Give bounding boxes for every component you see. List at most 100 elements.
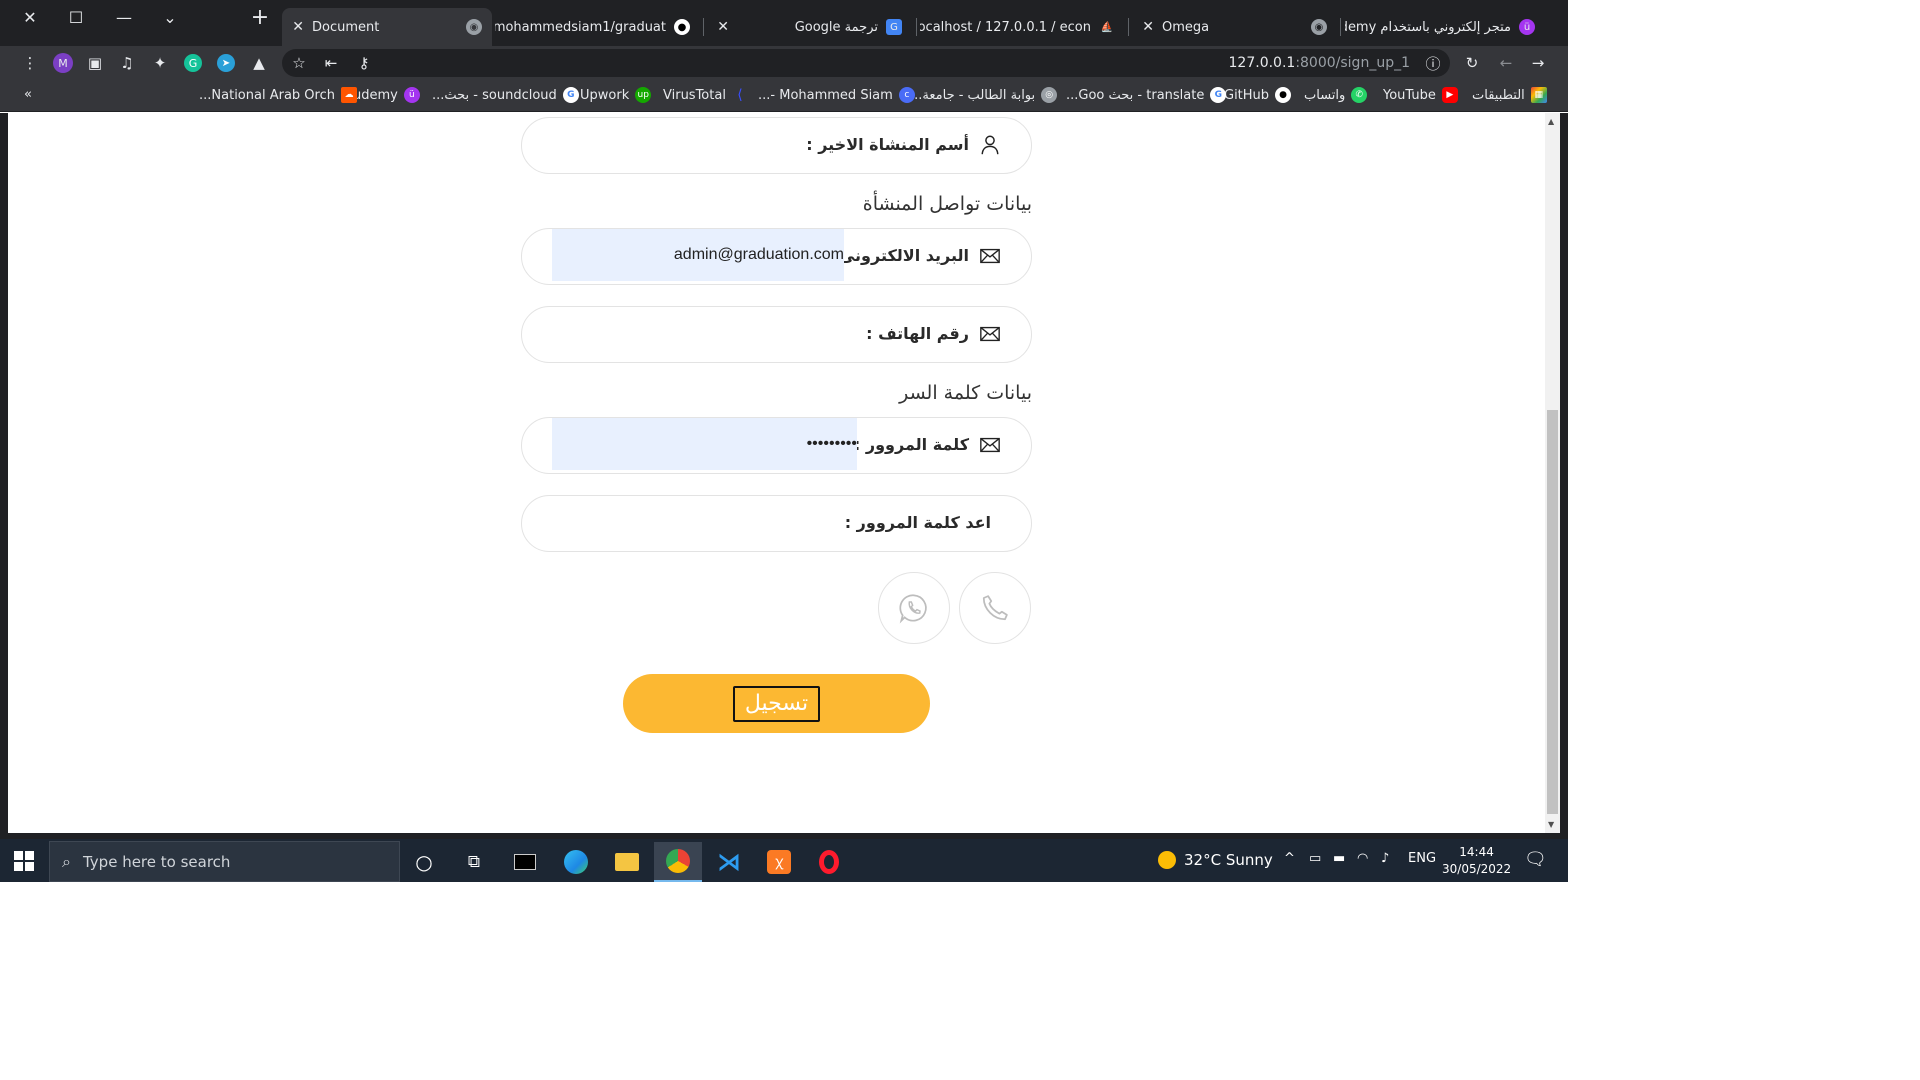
google-drive-icon[interactable]: ▲ [250,54,268,72]
new-tab-button[interactable]: + [246,5,274,30]
bookmark-label: VirusTotal [663,87,726,103]
extensions-puzzle-icon[interactable]: ✦ [151,54,169,72]
close-tab-icon[interactable]: ✕ [292,19,304,35]
bookmark-whatsapp[interactable]: ✆ واتساب [1304,87,1368,103]
cortana-button[interactable]: ○ [400,842,448,882]
opera-app[interactable] [805,842,853,882]
page-scrollbar[interactable]: ▲ ▼ [1545,113,1560,833]
tab-title: Document [312,19,380,35]
back-arrow-icon[interactable]: → [1529,54,1547,72]
tab-github-repo[interactable]: ● mohammedsiam1/graduat ✕ [495,8,700,46]
sun-icon [1158,851,1176,869]
close-tab-icon[interactable]: ✕ [717,19,729,35]
forward-arrow-icon[interactable]: ← [1497,54,1515,72]
minimize-button[interactable]: — [110,6,138,28]
url-path: :8000/sign_up_1 [1295,55,1410,71]
tab-divider [1128,18,1129,36]
bookmark-udemy[interactable]: ü udemy [353,87,420,103]
phone-call-button[interactable] [959,572,1031,644]
vscode-app[interactable]: ⋊ [705,842,753,882]
tab-omega[interactable]: ◉ Omega ✕ [1132,8,1337,46]
chrome-app[interactable] [654,842,702,882]
profile-avatar[interactable]: M [53,53,73,73]
meet-now-icon[interactable]: ▭ [1309,851,1321,866]
register-button-label: تسجيل [732,685,821,722]
bookmark-upwork[interactable]: up Upwork [580,87,652,103]
bookmark-youtube[interactable]: ▶ YouTube [1383,87,1458,103]
bookmark-student-portal[interactable]: ◎ بوابة الطالب - جامعة... [910,87,1058,103]
github-icon: ● [1275,87,1292,103]
tab-phpmyadmin[interactable]: ⛵ localhost / 127.0.0.1 / econ ✕ [920,8,1125,46]
whatsapp-button[interactable] [878,572,950,644]
chrome-icon [666,849,690,873]
close-window-button[interactable]: ✕ [16,6,44,28]
clock[interactable]: 14:44 30/05/2022 [1442,844,1511,878]
envelope-icon [980,248,1000,264]
share-icon[interactable]: ⇤ [322,54,340,72]
tab-udemy-store[interactable]: ü متجر إلكتروني باستخدام Udemy ✕ [1345,8,1545,46]
confirm-password-field[interactable]: اعد كلمة المروور : [521,495,1032,552]
bookmark-soundcloud-search[interactable]: G soundcloud - بحث... [432,87,579,103]
bookmark-label: translate - بحث Goo... [1066,87,1205,103]
wifi-icon[interactable]: ◠ [1357,851,1368,866]
password-input[interactable]: ••••••••• [552,418,857,470]
windows-start-icon[interactable] [14,851,34,871]
close-tab-icon[interactable]: ✕ [1142,19,1154,35]
phone-icon [982,595,1008,621]
globe-icon: ◉ [466,19,482,35]
email-input[interactable]: admin@graduation.com [552,229,844,281]
grammarly-icon[interactable]: G [184,54,202,72]
tab-search-button[interactable]: ⌄ [156,6,184,28]
address-bar[interactable]: ☆ ⇤ ⚷ 127.0.0.1:8000/sign_up_1 ⓘ [282,49,1450,77]
bookmark-national-arab-orchestra[interactable]: ☁ National Arab Orch... [199,87,357,103]
scroll-up-arrow-icon[interactable]: ▲ [1548,117,1554,126]
bookmark-github[interactable]: ● GitHub [1224,87,1292,103]
scroll-down-arrow-icon[interactable]: ▼ [1548,820,1554,829]
bookmark-apps[interactable]: ▦ التطبيقات [1472,87,1547,103]
clock-date: 30/05/2022 [1442,862,1512,876]
register-button[interactable]: تسجيل [623,674,930,733]
password-field[interactable]: كلمة المروور : ••••••••• [521,417,1032,474]
menu-kebab-icon[interactable]: ⋮ [21,54,39,72]
site-info-icon[interactable]: ⓘ [1424,54,1442,73]
volume-icon[interactable]: ♪ [1381,851,1389,866]
telegram-icon[interactable]: ➤ [217,54,235,72]
last-name-field[interactable]: أسم المنشاة الاخير : [521,117,1032,174]
media-control-icon[interactable]: ♫ [118,54,136,72]
url-text: 127.0.0.1:8000/sign_up_1 [1229,55,1410,71]
vscode-icon: ⋊ [717,848,741,876]
email-field[interactable]: البريد الالكترونى : admin@graduation.com [521,228,1032,285]
taskbar-search-box[interactable]: ⌕ Type here to search [49,841,400,882]
bookmark-virustotal[interactable]: ⟩ VirusTotal [663,87,748,103]
bookmark-label: التطبيقات [1472,87,1525,103]
bookmark-translate-search[interactable]: G translate - بحث Goo... [1066,87,1227,103]
file-explorer-app[interactable] [603,842,651,882]
confirm-password-label: اعد كلمة المروور : [844,513,991,532]
edge-app[interactable] [552,842,600,882]
bookmark-label: بوابة الطالب - جامعة... [910,87,1036,103]
tab-document[interactable]: ◉ Document ✕ [282,8,492,46]
weather-widget[interactable]: 32°C Sunny [1158,851,1273,869]
tab-google-translate[interactable]: G ترجمة Google ✕ [707,8,912,46]
maximize-button[interactable]: ☐ [62,6,90,28]
scrollbar-thumb[interactable] [1547,410,1558,814]
battery-icon[interactable]: ▬ [1333,851,1345,866]
notifications-icon[interactable]: 🗨 [1524,849,1547,870]
cortana-circle-icon: ○ [415,850,433,874]
xampp-app[interactable]: ꭓ [755,842,803,882]
phpmyadmin-icon: ⛵ [1100,21,1114,33]
bookmark-star-icon[interactable]: ☆ [290,54,308,72]
terminal-app[interactable] [501,842,549,882]
task-view-button[interactable]: ⧉ [450,842,498,882]
language-indicator[interactable]: ENG [1408,851,1436,866]
password-key-icon[interactable]: ⚷ [355,54,373,72]
bookmarks-overflow-button[interactable]: » [24,87,32,102]
reload-icon[interactable]: ↻ [1463,54,1481,72]
bookmark-mohammed-siam[interactable]: c Mohammed Siam -... [758,87,915,103]
search-placeholder: Type here to search [82,852,231,871]
udemy-icon: ü [1519,19,1535,35]
show-hidden-icons-button[interactable]: ^ [1284,851,1295,866]
side-panel-icon[interactable]: ▣ [86,54,104,72]
window-edge [0,113,8,833]
phone-field[interactable]: رقم الهاتف : [521,306,1032,363]
